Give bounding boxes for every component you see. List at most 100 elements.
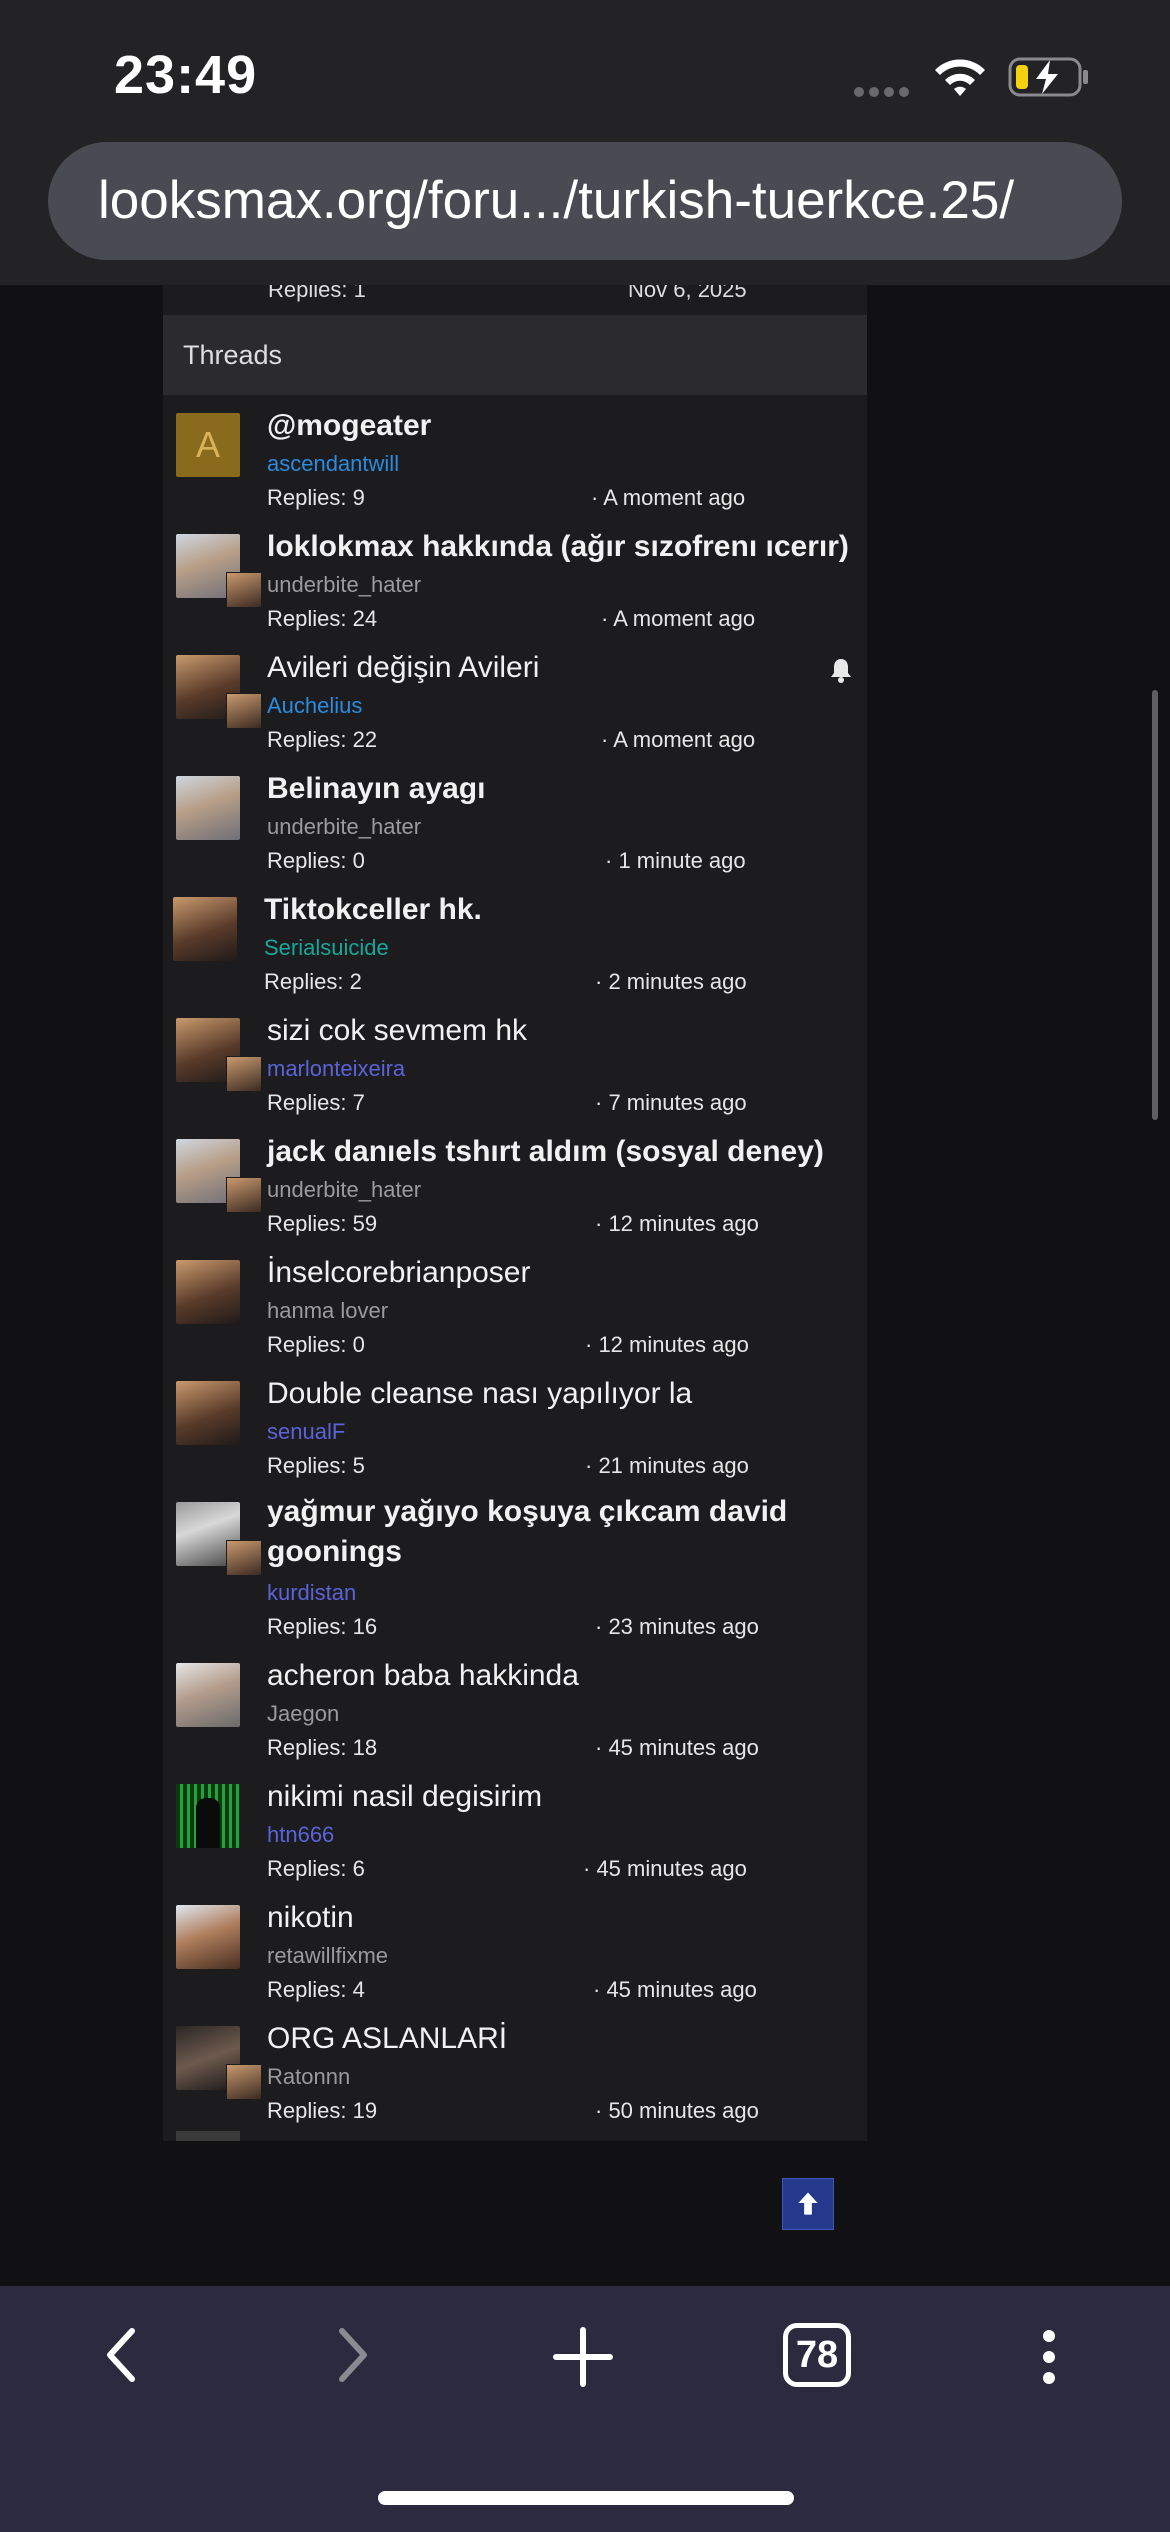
thread-time[interactable]: · 21 minutes ago <box>585 1453 749 1479</box>
thread-item[interactable]: sizi cok sevmem hk marlonteixeira Replie… <box>163 1008 867 1128</box>
thread-title[interactable]: acheron baba hakkinda <box>267 1659 579 1693</box>
thread-title[interactable]: loklokmax hakkında (ağır sızofrenı ıcerı… <box>267 530 849 564</box>
thread-item[interactable]: nikotin retawillfixme Replies: 4 · 45 mi… <box>163 1895 867 2015</box>
thread-time[interactable]: · 1 minute ago <box>605 848 746 874</box>
thread-replies: Replies: 2 <box>264 969 362 994</box>
avatar[interactable] <box>176 1381 240 1445</box>
plus-icon[interactable] <box>552 2326 614 2388</box>
thread-title[interactable]: sizi cok sevmem hk <box>267 1014 527 1048</box>
thread-time[interactable]: · 45 minutes ago <box>583 1856 747 1882</box>
thread-title[interactable]: yağmur yağıyo koşuya çıkcam david goonin… <box>267 1492 827 1572</box>
thread-author[interactable]: underbite_hater <box>267 1177 421 1203</box>
browser-top-bar: 23:49 looksmax.org/foru.../turkish-tuerk… <box>0 0 1170 285</box>
thread-title[interactable]: İnselcorebrianposer <box>267 1256 530 1290</box>
thread-author[interactable]: marlonteixeira <box>267 1056 405 1082</box>
chevron-left-icon[interactable] <box>100 2325 144 2385</box>
thread-item[interactable]: Tiktokceller hk. Serialsuicide Replies: … <box>163 887 867 1007</box>
avatar[interactable] <box>176 1905 240 1969</box>
chevron-right-icon[interactable] <box>330 2325 374 2385</box>
thread-author[interactable]: underbite_hater <box>267 572 421 598</box>
thread-item[interactable]: acheron baba hakkinda Jaegon Replies: 18… <box>163 1653 867 1773</box>
previous-thread-meta: Replies: 1 Nov 6, 2025 <box>163 285 867 315</box>
thread-replies: Replies: 7 <box>267 1090 365 1115</box>
forum-thread-list: Replies: 1 Nov 6, 2025 Threads A @mogeat… <box>163 285 867 2141</box>
thread-title[interactable]: Double cleanse nası yapılıyor la <box>267 1377 692 1411</box>
scroll-to-top-button[interactable] <box>782 2178 834 2230</box>
thread-title[interactable]: Avileri değişin Avileri <box>267 651 539 685</box>
avatar <box>176 2131 240 2141</box>
thread-author[interactable]: senualF <box>267 1419 345 1445</box>
thread-author[interactable]: underbite_hater <box>267 814 421 840</box>
thread-item[interactable]: loklokmax hakkında (ağır sızofrenı ıcerı… <box>163 524 867 644</box>
thread-author[interactable]: Serialsuicide <box>264 935 389 961</box>
scrollbar[interactable] <box>1152 690 1158 1120</box>
thread-time[interactable]: · 50 minutes ago <box>595 2098 759 2124</box>
avatar[interactable] <box>176 776 240 840</box>
last-poster-avatar[interactable] <box>226 2064 262 2100</box>
avatar-figure <box>196 1798 220 1848</box>
thread-author[interactable]: htn666 <box>267 1822 334 1848</box>
thread-author[interactable]: Auchelius <box>267 693 362 719</box>
last-poster-avatar[interactable] <box>226 693 262 729</box>
thread-title[interactable]: nikotin <box>267 1901 354 1935</box>
thread-author[interactable]: kurdistan <box>267 1580 356 1606</box>
thread-item[interactable]: yağmur yağıyo koşuya çıkcam david goonin… <box>163 1492 867 1652</box>
thread-title[interactable]: @mogeater <box>267 409 431 443</box>
thread-item[interactable]: jack danıels tshırt aldım (sosyal deney)… <box>163 1129 867 1249</box>
thread-author[interactable]: Jaegon <box>267 1701 339 1727</box>
thread-item[interactable]: Belinayın ayagı underbite_hater Replies:… <box>163 766 867 886</box>
thread-replies: Replies: 16 <box>267 1614 378 1639</box>
bell-icon <box>831 659 851 683</box>
thread-item[interactable]: ORG ASLANLARİ Ratonnn Replies: 19 · 50 m… <box>163 2016 867 2136</box>
thread-time[interactable]: · A moment ago <box>591 485 745 511</box>
thread-time[interactable]: · 7 minutes ago <box>595 1090 747 1116</box>
last-poster-avatar[interactable] <box>226 572 262 608</box>
thread-replies: Replies: 0 <box>267 1332 365 1357</box>
thread-item[interactable]: Avileri değişin Avileri Auchelius Replie… <box>163 645 867 765</box>
cellular-signal-icon <box>854 84 914 97</box>
thread-title[interactable]: Belinayın ayagı <box>267 772 485 806</box>
avatar[interactable] <box>176 1784 240 1848</box>
avatar[interactable]: A <box>176 413 240 477</box>
address-bar[interactable]: looksmax.org/foru.../turkish-tuerkce.25/ <box>48 142 1122 260</box>
thread-replies: Replies: 18 <box>267 1735 378 1760</box>
wifi-icon <box>935 59 985 96</box>
status-time: 23:49 <box>114 45 258 105</box>
thread-time[interactable]: · 45 minutes ago <box>593 1977 757 2003</box>
thread-time[interactable]: · 23 minutes ago <box>595 1614 759 1640</box>
thread-item[interactable]: nikimi nasil degisirim htn666 Replies: 6… <box>163 1774 867 1894</box>
last-poster-avatar[interactable] <box>226 1540 262 1576</box>
thread-time[interactable]: · A moment ago <box>601 606 755 632</box>
thread-time[interactable]: · 45 minutes ago <box>595 1735 759 1761</box>
last-poster-avatar[interactable] <box>226 1177 262 1213</box>
thread-title[interactable]: jack danıels tshırt aldım (sosyal deney) <box>267 1135 824 1169</box>
avatar[interactable] <box>173 897 237 961</box>
previous-date: Nov 6, 2025 <box>628 285 747 302</box>
thread-item[interactable]: Double cleanse nası yapılıyor la senualF… <box>163 1371 867 1491</box>
thread-author[interactable]: hanma lover <box>267 1298 388 1324</box>
thread-replies: Replies: 6 <box>267 1856 365 1881</box>
thread-replies: Replies: 9 <box>267 485 365 510</box>
thread-item[interactable]: İnselcorebrianposer hanma lover Replies:… <box>163 1250 867 1370</box>
url-text: looksmax.org/foru.../turkish-tuerkce.25/ <box>98 171 1015 230</box>
last-poster-avatar[interactable] <box>226 1056 262 1092</box>
avatar[interactable] <box>176 1663 240 1727</box>
thread-time[interactable]: · 2 minutes ago <box>595 969 747 995</box>
threads-header-label: Threads <box>183 340 283 370</box>
thread-time[interactable]: · A moment ago <box>601 727 755 753</box>
arrow-up-icon <box>798 2192 818 2215</box>
avatar[interactable] <box>176 1260 240 1324</box>
thread-title[interactable]: Tiktokceller hk. <box>264 893 482 927</box>
thread-item[interactable]: A @mogeater ascendantwill Replies: 9 · A… <box>163 403 867 523</box>
thread-author[interactable]: ascendantwill <box>267 451 399 477</box>
home-indicator[interactable] <box>378 2491 794 2505</box>
thread-replies: Replies: 24 <box>267 606 378 631</box>
thread-title[interactable]: nikimi nasil degisirim <box>267 1780 542 1814</box>
thread-author[interactable]: retawillfixme <box>267 1943 388 1969</box>
more-vertical-icon[interactable] <box>1034 2326 1064 2388</box>
tab-count-button[interactable]: 78 <box>783 2323 851 2387</box>
thread-author[interactable]: Ratonnn <box>267 2064 350 2090</box>
thread-title[interactable]: ORG ASLANLARİ <box>267 2022 507 2056</box>
thread-time[interactable]: · 12 minutes ago <box>585 1332 749 1358</box>
thread-time[interactable]: · 12 minutes ago <box>595 1211 759 1237</box>
